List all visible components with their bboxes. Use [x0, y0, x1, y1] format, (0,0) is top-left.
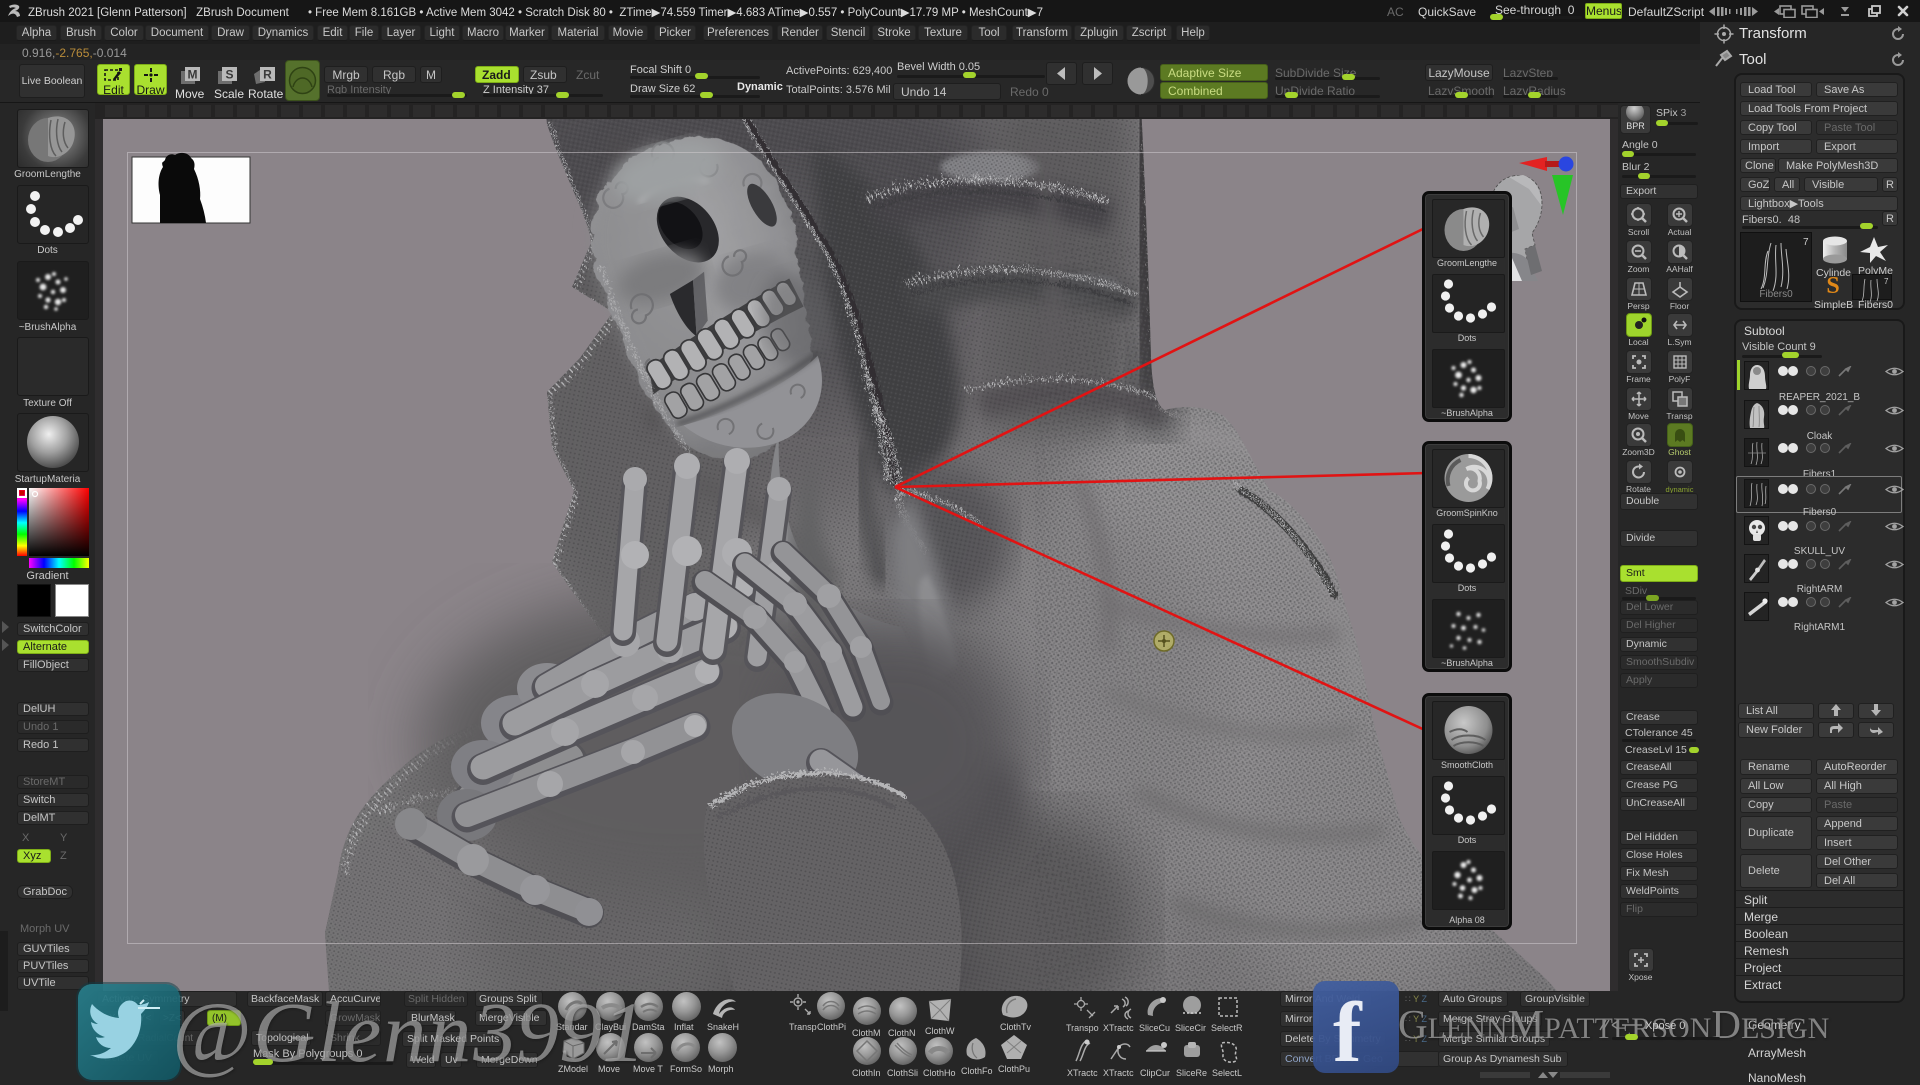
- svg-text:R: R: [263, 68, 272, 82]
- svg-text:S: S: [225, 68, 233, 82]
- svg-text:Fibers0: Fibers0: [1759, 289, 1793, 300]
- svg-text:7: 7: [1884, 277, 1889, 286]
- svg-text:M: M: [188, 68, 198, 82]
- svg-text:BPR: BPR: [1626, 121, 1645, 131]
- svg-text:7: 7: [1803, 237, 1809, 248]
- svg-text:S: S: [1826, 273, 1839, 298]
